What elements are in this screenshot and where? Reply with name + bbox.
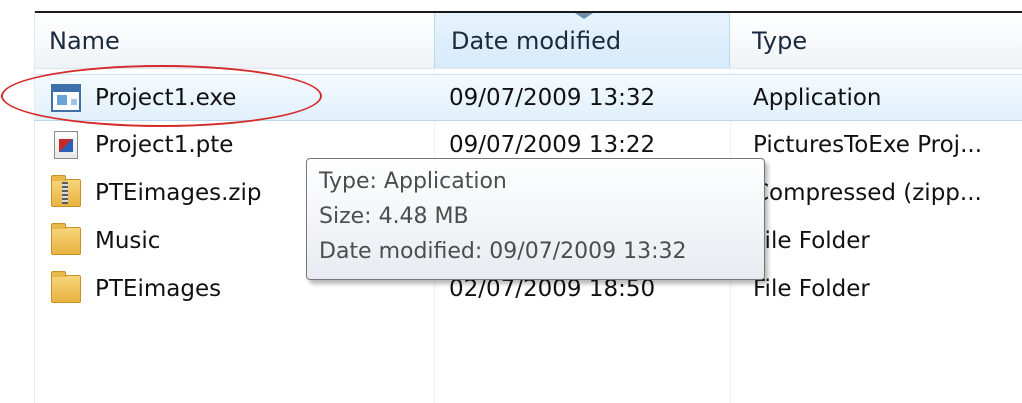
- file-type: File Folder: [753, 228, 870, 254]
- folder-icon: [51, 271, 81, 303]
- tooltip-type: Type: Application: [319, 169, 507, 194]
- column-header-date-modified[interactable]: Date modified: [434, 13, 730, 68]
- file-type: Compressed (zipp...: [753, 180, 982, 206]
- file-date-modified: 09/07/2009 13:32: [449, 85, 656, 111]
- file-list-view: Name Date modified Type Project1.exe 09/…: [0, 0, 1022, 403]
- file-row-project1-exe[interactable]: Project1.exe 09/07/2009 13:32 Applicatio…: [35, 74, 1022, 121]
- exe-application-icon: [51, 84, 81, 112]
- pte-file-icon: [54, 131, 78, 159]
- tooltip-size: Size: 4.48 MB: [319, 204, 469, 229]
- column-header-row: Name Date modified Type: [35, 13, 1022, 69]
- file-type: Application: [753, 85, 882, 111]
- folder-icon: [51, 223, 81, 255]
- file-type: File Folder: [753, 276, 870, 302]
- zip-folder-icon: [51, 175, 81, 207]
- sort-arrow-icon: [575, 13, 593, 19]
- file-info-tooltip: Type: Application Size: 4.48 MB Date mod…: [306, 158, 765, 280]
- column-header-type[interactable]: Type: [730, 13, 1022, 68]
- tooltip-date-modified: Date modified: 09/07/2009 13:32: [319, 239, 687, 264]
- file-name: Project1.exe: [95, 85, 237, 111]
- column-header-date-label: Date modified: [451, 27, 622, 55]
- file-type: PicturesToExe Proj...: [753, 132, 983, 158]
- column-header-name[interactable]: Name: [49, 13, 434, 68]
